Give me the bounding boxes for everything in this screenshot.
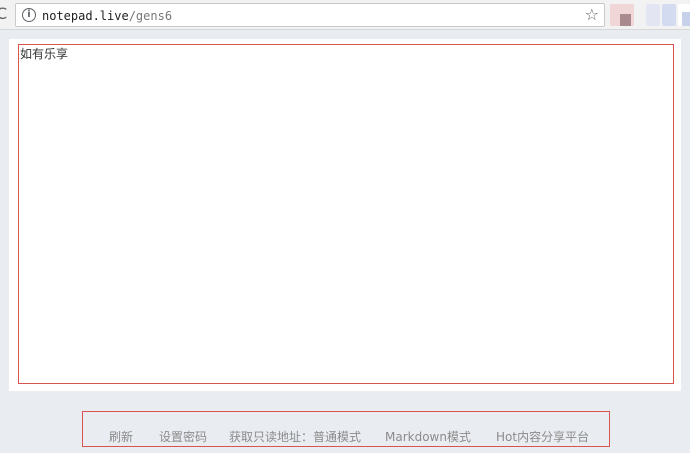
url-path: /gens6 bbox=[128, 9, 173, 23]
bookmark-star-icon[interactable]: ☆ bbox=[585, 5, 599, 25]
extension-icon-3[interactable] bbox=[662, 4, 676, 26]
reload-icon[interactable]: C bbox=[0, 4, 10, 24]
url-text[interactable]: notepad.live/gens6 bbox=[42, 8, 172, 24]
markdown-mode-link[interactable]: Markdown模式 bbox=[385, 430, 471, 444]
address-bar[interactable]: i notepad.live/gens6 ☆ bbox=[15, 3, 605, 27]
site-info-icon[interactable]: i bbox=[22, 8, 36, 22]
extension-icon-4[interactable] bbox=[678, 4, 690, 26]
set-password-link[interactable]: 设置密码 bbox=[159, 430, 207, 444]
readonly-address-link[interactable]: 获取只读地址：普通模式 bbox=[229, 430, 361, 444]
note-content[interactable]: 如有乐享 bbox=[20, 47, 68, 61]
extension-icon-2[interactable] bbox=[646, 4, 660, 26]
note-editor[interactable]: 如有乐享 bbox=[18, 44, 674, 384]
hot-content-platform-link[interactable]: Hot内容分享平台 bbox=[496, 430, 589, 444]
refresh-link[interactable]: 刷新 bbox=[109, 430, 133, 444]
browser-toolbar: C i notepad.live/gens6 ☆ bbox=[0, 0, 690, 30]
url-host: notepad.live bbox=[42, 9, 129, 23]
extension-icon-1[interactable] bbox=[610, 4, 634, 26]
footer-links: 刷新 设置密码 获取只读地址：普通模式 Markdown模式 Hot内容分享平台 bbox=[82, 411, 610, 447]
